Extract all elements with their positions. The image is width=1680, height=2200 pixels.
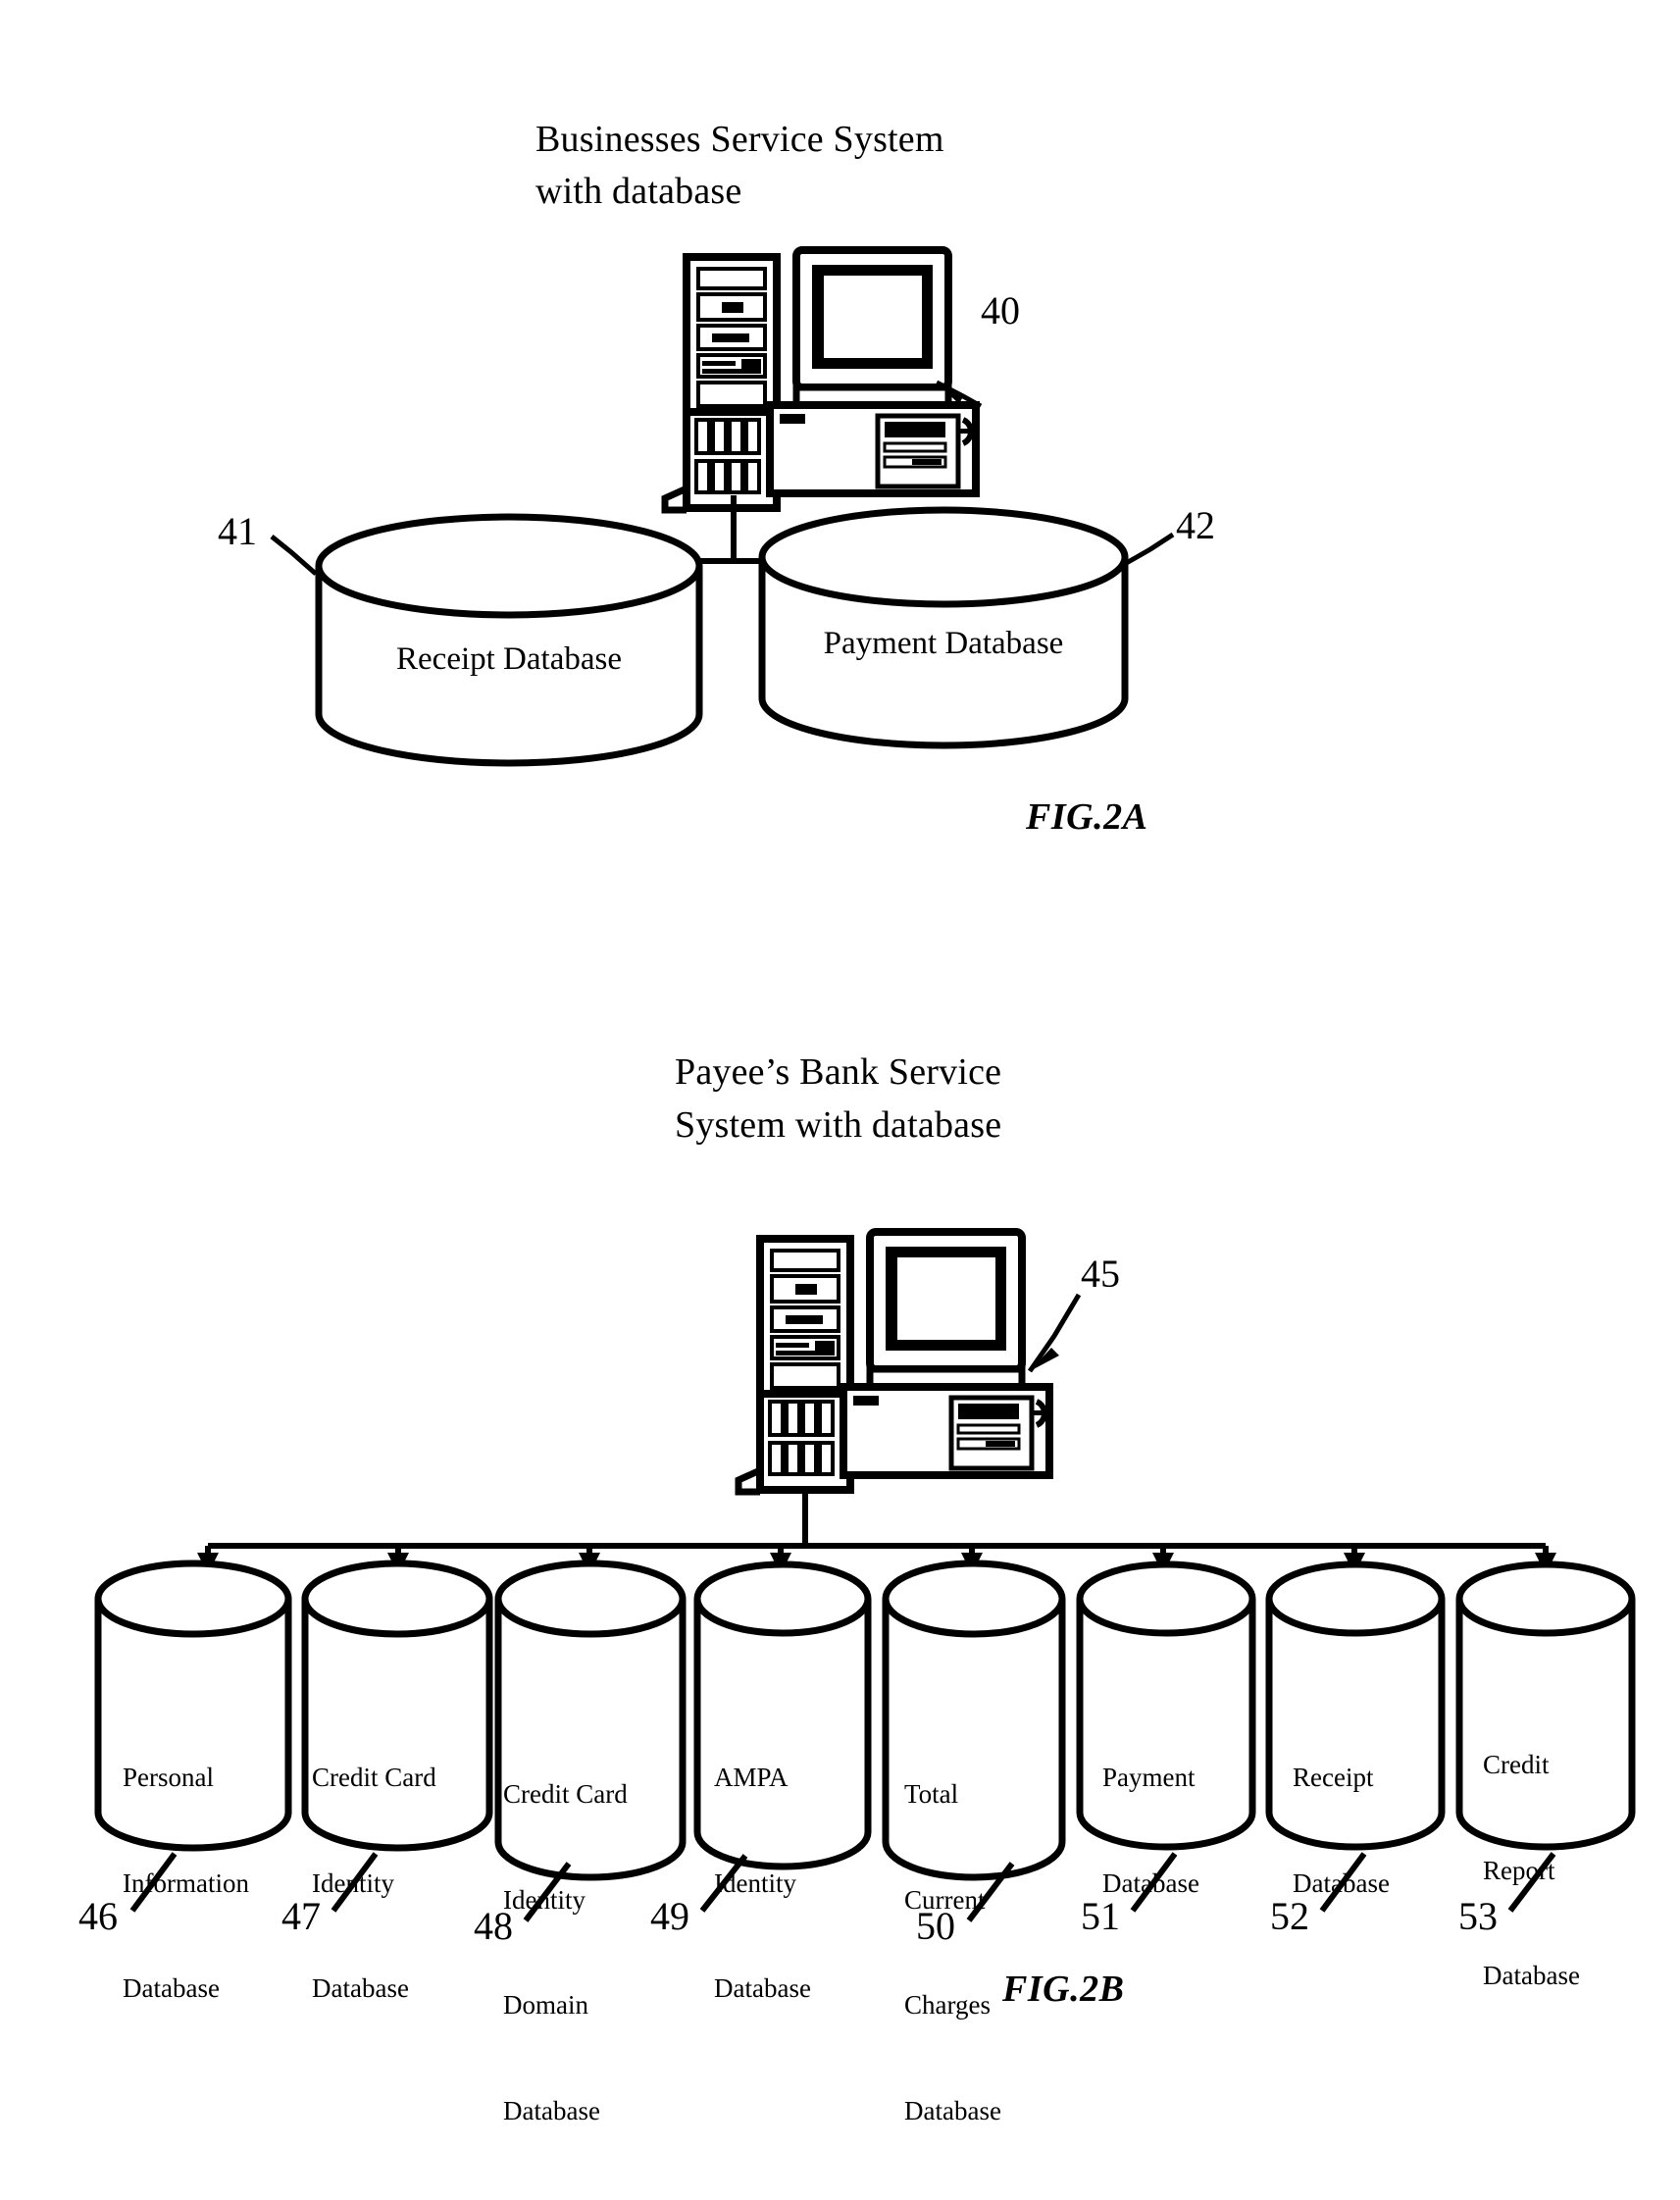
ref-number-45: 45 — [1081, 1252, 1120, 1296]
computer-icon-fig2a — [661, 246, 980, 514]
database-label-42: Payment Database — [823, 626, 1064, 661]
label-line: Information — [123, 1867, 249, 1898]
label-line: Database — [714, 1973, 811, 2004]
label-line: Identity — [312, 1867, 394, 1898]
label-line: Database — [123, 1973, 220, 2004]
ref-number-51: 51 — [1081, 1894, 1120, 1938]
database-label-52: Receipt Database — [1293, 1690, 1469, 1971]
computer-icon-fig2b — [735, 1228, 1053, 1496]
database-label-47: Credit Card Identity Database — [312, 1690, 488, 2077]
leader-line-42 — [1121, 532, 1175, 568]
label-line: Database — [503, 2095, 600, 2125]
database-label-50: Total Current Charges Database — [904, 1707, 1076, 2200]
label-line: Credit Card — [503, 1778, 628, 1809]
ref-number-53: 53 — [1458, 1894, 1498, 1938]
fig2b-title-line2: System with database — [675, 1104, 1002, 1146]
patent-drawing-sheet: Businesses Service System with database … — [0, 0, 1680, 2125]
fig2a-title-line1: Businesses Service System — [535, 119, 944, 160]
label-line: Domain — [503, 1990, 588, 2021]
ref-number-52: 52 — [1270, 1894, 1309, 1938]
ref-number-47: 47 — [281, 1894, 321, 1938]
connector-bus-fig2a — [495, 495, 964, 588]
label-line: Receipt — [1293, 1762, 1374, 1792]
database-label-53: Credit Report Database — [1483, 1677, 1659, 2065]
label-line: Database — [1483, 1961, 1580, 1991]
fig2b-title-line1: Payee’s Bank Service — [675, 1051, 1002, 1093]
label-line: Report — [1483, 1855, 1555, 1885]
database-label-49: AMPA Identity Database — [714, 1690, 886, 2077]
label-line: Credit Card — [312, 1762, 436, 1792]
ref-number-48: 48 — [474, 1904, 513, 1948]
label-line: Database — [312, 1973, 409, 2004]
ref-number-40: 40 — [981, 288, 1020, 333]
database-label-41: Receipt Database — [396, 641, 622, 677]
ref-number-49: 49 — [650, 1894, 689, 1938]
fig2a-caption: FIG.2A — [1026, 796, 1148, 838]
database-label-51: Payment Database — [1102, 1690, 1279, 1971]
label-line: Identity — [714, 1867, 796, 1898]
label-line: Payment — [1102, 1762, 1196, 1792]
label-line: Database — [904, 2095, 1001, 2125]
ref-number-46: 46 — [78, 1894, 118, 1938]
label-line: Database — [1102, 1867, 1199, 1898]
fig2a-title-line2: with database — [535, 171, 742, 212]
fig2b-caption: FIG.2B — [1002, 1969, 1125, 2010]
ref-number-41: 41 — [218, 509, 257, 553]
label-line: Total — [904, 1778, 959, 1809]
label-line: Personal — [123, 1762, 214, 1792]
label-line: Credit — [1483, 1749, 1550, 1779]
ref-number-42: 42 — [1176, 503, 1215, 547]
database-label-48: Credit Card Identity Domain Database — [503, 1707, 680, 2200]
leader-line-40 — [935, 380, 983, 409]
label-line: Database — [1293, 1867, 1390, 1898]
ref-number-50: 50 — [916, 1904, 955, 1948]
database-label-46: Personal Information Database — [123, 1690, 299, 2077]
connector-bus-fig2b — [197, 1490, 1556, 1574]
leader-line-45 — [1027, 1293, 1082, 1373]
leader-line-41 — [270, 535, 318, 576]
label-line: AMPA — [714, 1762, 789, 1792]
